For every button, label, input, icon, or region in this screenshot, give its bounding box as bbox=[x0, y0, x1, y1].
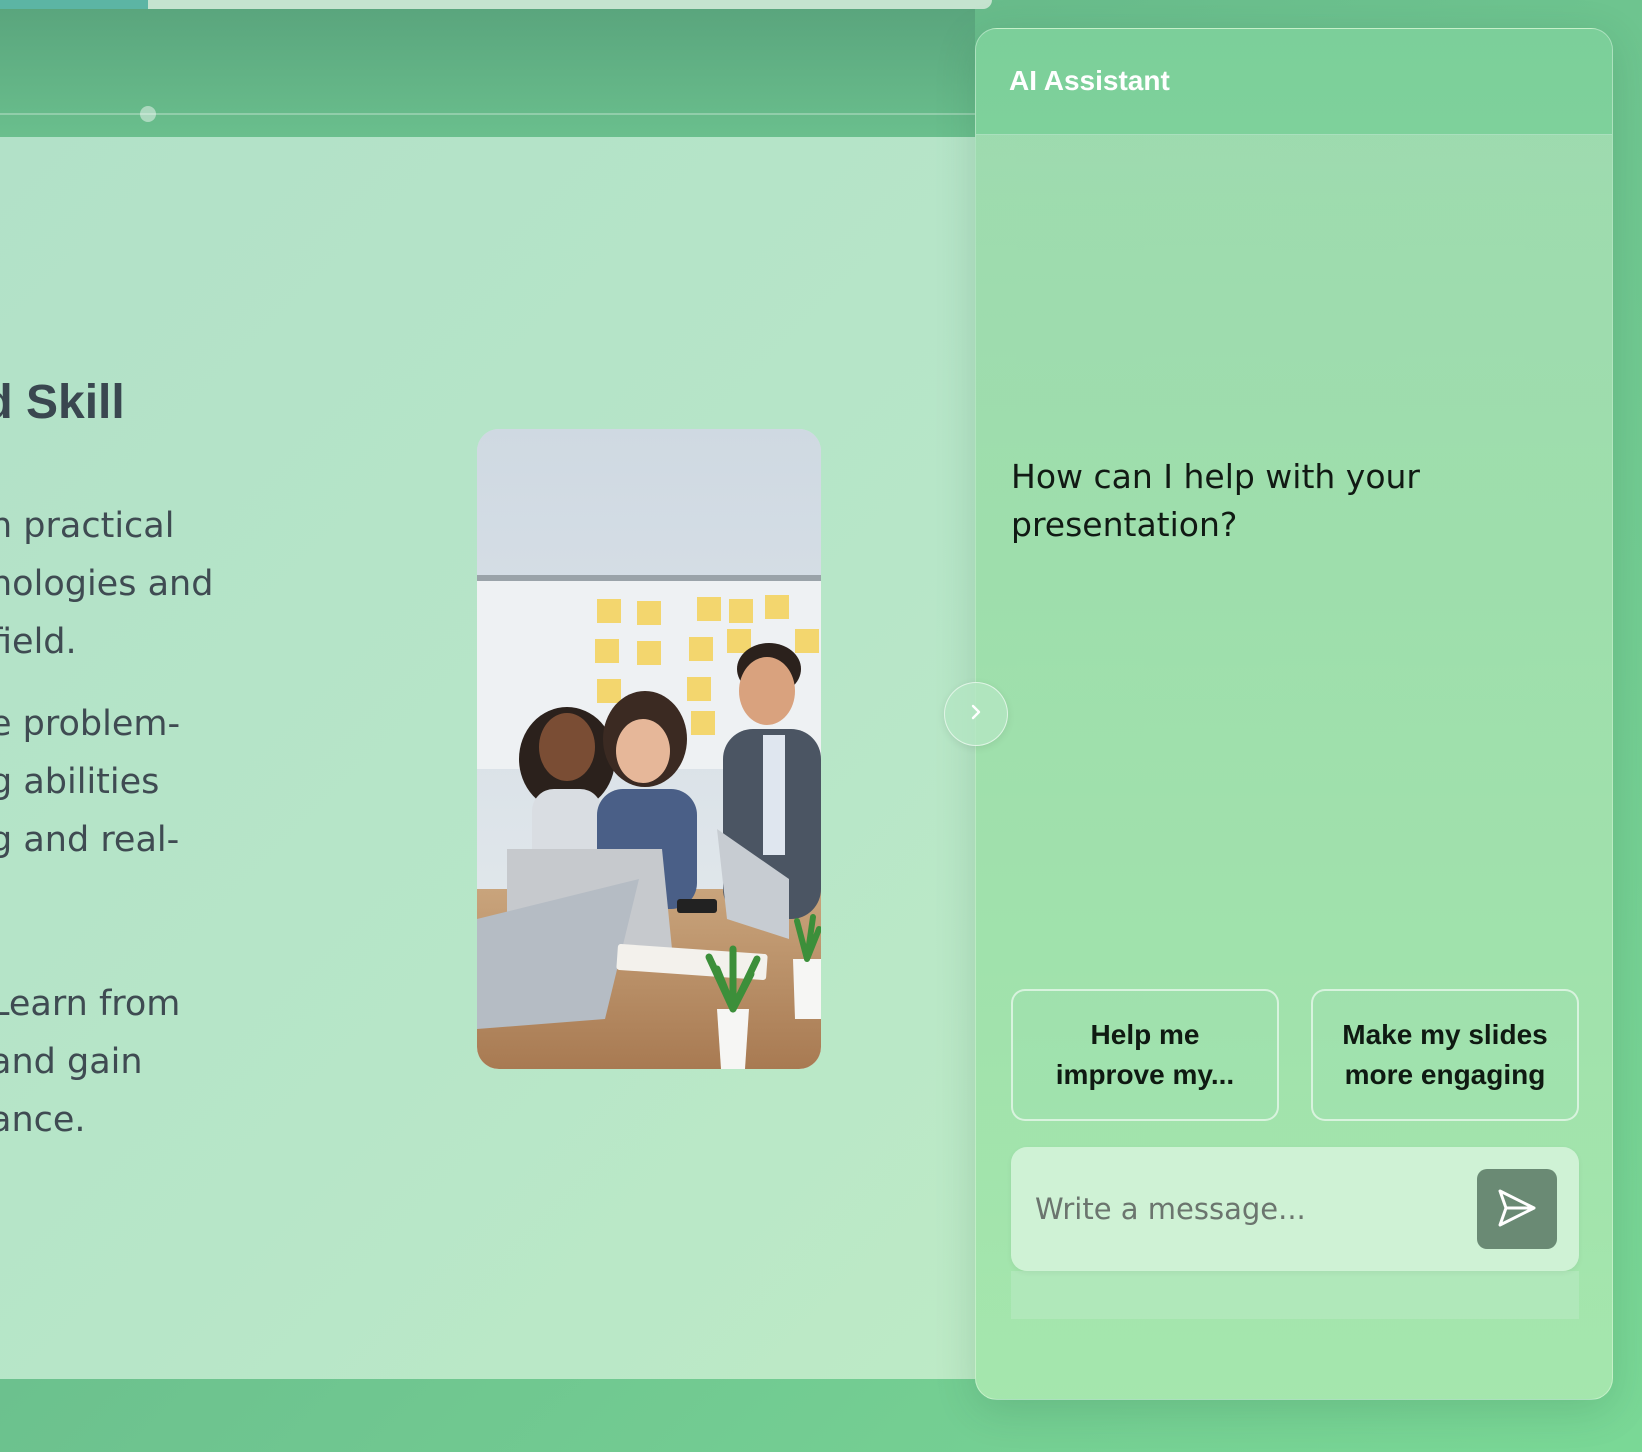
top-progress-bar bbox=[0, 0, 992, 9]
slide-timeline-header bbox=[0, 9, 975, 137]
paragraph-line: ance. bbox=[0, 1100, 86, 1140]
suggestion-engaging-button[interactable]: Make my slides more engaging bbox=[1311, 989, 1579, 1121]
paragraph-line: nologies and bbox=[0, 564, 214, 604]
paragraph-line: n practical bbox=[0, 506, 175, 546]
paragraph-line: g abilities bbox=[0, 762, 160, 802]
slide-paragraph-3: Learn from and gain ance. bbox=[0, 975, 180, 1149]
ai-assistant-panel: AI Assistant How can I help with your pr… bbox=[975, 28, 1613, 1400]
message-input[interactable] bbox=[1035, 1177, 1455, 1241]
presentation-slide: nd Skill n practical nologies and field.… bbox=[0, 137, 975, 1379]
assistant-greeting: How can I help with your presentation? bbox=[1011, 457, 1421, 544]
timeline-marker[interactable] bbox=[140, 106, 156, 122]
slide-paragraph-1: n practical nologies and field. bbox=[0, 497, 213, 671]
message-composer bbox=[1011, 1147, 1579, 1271]
slide-paragraph-2: e problem- g abilities g and real- bbox=[0, 695, 180, 869]
assistant-header: AI Assistant bbox=[976, 29, 1612, 135]
collapse-panel-button[interactable] bbox=[944, 682, 1008, 746]
suggestion-improve-button[interactable]: Help me improve my... bbox=[1011, 989, 1279, 1121]
send-button[interactable] bbox=[1477, 1169, 1557, 1249]
paragraph-line: e problem- bbox=[0, 704, 181, 744]
slide-title: nd Skill bbox=[0, 376, 125, 429]
send-icon bbox=[1494, 1185, 1540, 1234]
paragraph-line: g and real- bbox=[0, 820, 180, 860]
chevron-right-icon bbox=[966, 702, 986, 727]
assistant-title: AI Assistant bbox=[1009, 65, 1170, 96]
paragraph-line: Learn from bbox=[0, 984, 181, 1024]
composer-footer bbox=[1011, 1271, 1579, 1319]
team-photo bbox=[477, 429, 821, 1069]
paragraph-line: field. bbox=[0, 622, 77, 662]
top-progress-fill bbox=[0, 0, 148, 9]
paragraph-line: and gain bbox=[0, 1042, 143, 1082]
